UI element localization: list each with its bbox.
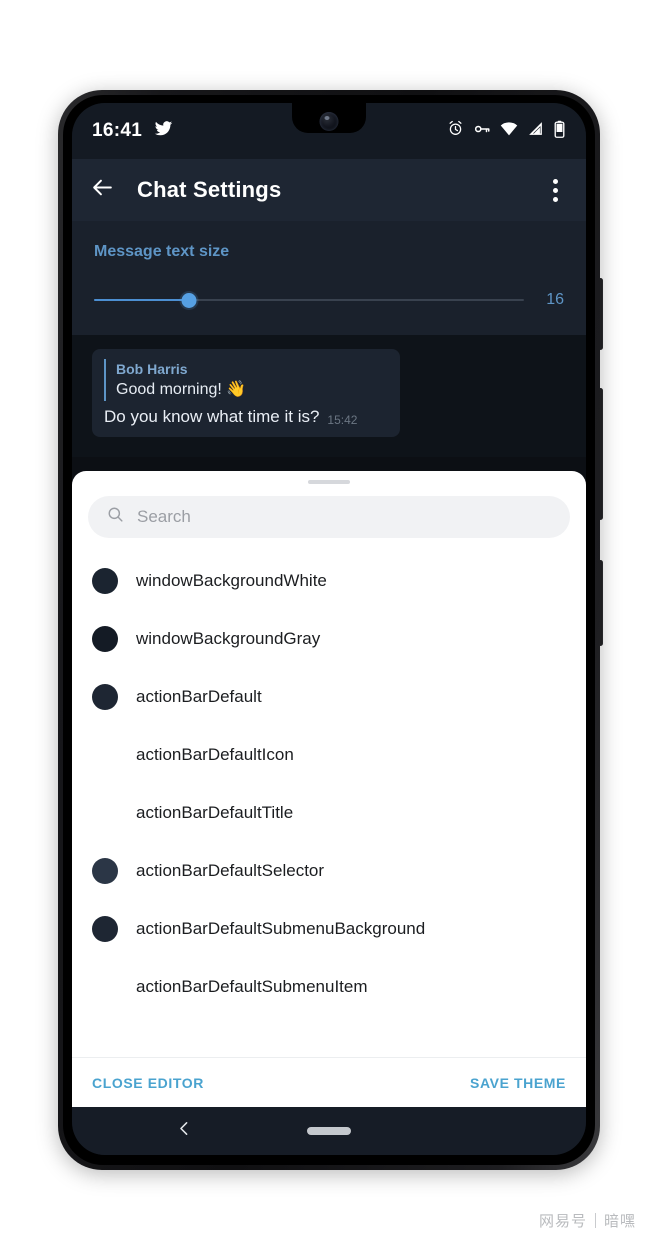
color-swatch-icon (92, 800, 118, 826)
theme-item-label: actionBarDefaultSubmenuItem (136, 977, 368, 996)
theme-list-item[interactable]: actionBarDefaultIcon (72, 726, 586, 784)
phone-bezel: 16:41 Chat Settings Message text size 16… (63, 95, 595, 1165)
theme-item-label: windowBackgroundGray (136, 629, 321, 648)
theme-item-label: actionBarDefault (136, 687, 262, 706)
watermark-account: 暗嘿 (603, 1212, 636, 1230)
wifi-icon (500, 120, 518, 143)
text-size-slider-row: 16 (94, 291, 564, 309)
color-swatch-icon[interactable] (92, 684, 118, 710)
color-swatch-icon[interactable] (92, 568, 118, 594)
waterdrop-notch (292, 103, 366, 133)
status-bar-right (447, 120, 566, 143)
watermark-brand: 网易号 (538, 1212, 587, 1230)
chat-preview-area: Bob Harris Good morning! 👋 Do you know w… (72, 335, 586, 457)
system-navigation-bar (72, 1107, 586, 1155)
sheet-action-bar: CLOSE EDITOR SAVE THEME (72, 1057, 586, 1107)
reply-quote[interactable]: Bob Harris Good morning! 👋 (104, 359, 388, 401)
theme-item-label: windowBackgroundWhite (136, 571, 327, 590)
color-swatch-icon[interactable] (92, 626, 118, 652)
watermark-separator (594, 1213, 596, 1228)
theme-item-label: actionBarDefaultIcon (136, 745, 294, 764)
more-vert-icon[interactable] (543, 173, 568, 208)
reply-sender-name: Bob Harris (116, 361, 188, 377)
search-icon (106, 505, 125, 529)
home-pill-indicator[interactable] (307, 1127, 351, 1135)
screenshot-root: 16:41 Chat Settings Message text size 16… (0, 0, 658, 1249)
front-camera-icon (319, 112, 339, 131)
message-line: Do you know what time it is? 15:42 (104, 405, 388, 429)
message-text-size-section: Message text size 16 (72, 221, 586, 335)
theme-list-item[interactable]: actionBarDefaultSubmenuBackground (72, 900, 586, 958)
action-bar: Chat Settings (72, 159, 586, 221)
slider-fill (94, 299, 189, 301)
theme-item-label: actionBarDefaultTitle (136, 803, 294, 822)
color-swatch-icon (92, 742, 118, 768)
theme-list-item[interactable]: actionBarDefault (72, 668, 586, 726)
theme-list-item[interactable]: actionBarDefaultSelector (72, 842, 586, 900)
page-title: Chat Settings (137, 177, 282, 202)
phone-device-frame: 16:41 Chat Settings Message text size 16… (58, 90, 600, 1170)
battery-icon (553, 120, 566, 143)
twitter-icon (154, 119, 173, 143)
vpn-key-icon (473, 120, 491, 143)
search-placeholder: Search (137, 507, 191, 526)
color-swatch-icon[interactable] (92, 858, 118, 884)
save-theme-button[interactable]: SAVE THEME (470, 1075, 566, 1091)
arrow-back-icon[interactable] (90, 175, 115, 205)
slider-thumb[interactable] (181, 292, 197, 308)
search-input[interactable]: Search (88, 496, 570, 538)
phone-screen: 16:41 Chat Settings Message text size 16… (72, 103, 586, 1155)
watermark: 网易号 暗嘿 (539, 1210, 636, 1231)
status-bar-clock: 16:41 (92, 120, 143, 141)
chevron-left-icon[interactable] (176, 1120, 193, 1142)
reply-message-text: Good morning! 👋 (116, 381, 247, 398)
color-swatch-icon (92, 974, 118, 1000)
message-text: Do you know what time it is? (104, 407, 320, 426)
text-size-value: 16 (546, 291, 564, 308)
alarm-icon (447, 120, 464, 142)
signal-icon (527, 120, 544, 142)
theme-attribute-list[interactable]: windowBackgroundWhite windowBackgroundGra… (72, 546, 586, 1057)
status-bar-left: 16:41 (92, 119, 173, 143)
theme-list-item[interactable]: windowBackgroundGray (72, 610, 586, 668)
message-bubble[interactable]: Bob Harris Good morning! 👋 Do you know w… (92, 349, 400, 437)
message-timestamp: 15:42 (327, 413, 358, 427)
color-swatch-icon[interactable] (92, 916, 118, 942)
message-text-size-label: Message text size (94, 243, 230, 260)
theme-item-label: actionBarDefaultSelector (136, 861, 325, 880)
search-container: Search (72, 484, 586, 546)
text-size-slider[interactable] (94, 292, 524, 308)
theme-list-item[interactable]: windowBackgroundWhite (72, 552, 586, 610)
close-editor-button[interactable]: CLOSE EDITOR (92, 1075, 204, 1091)
theme-item-label: actionBarDefaultSubmenuBackground (136, 919, 426, 938)
theme-list-item[interactable]: actionBarDefaultTitle (72, 784, 586, 842)
theme-list-item[interactable]: actionBarDefaultSubmenuItem (72, 958, 586, 1016)
theme-editor-sheet: Search windowBackgroundWhite windowBackgr… (72, 471, 586, 1107)
